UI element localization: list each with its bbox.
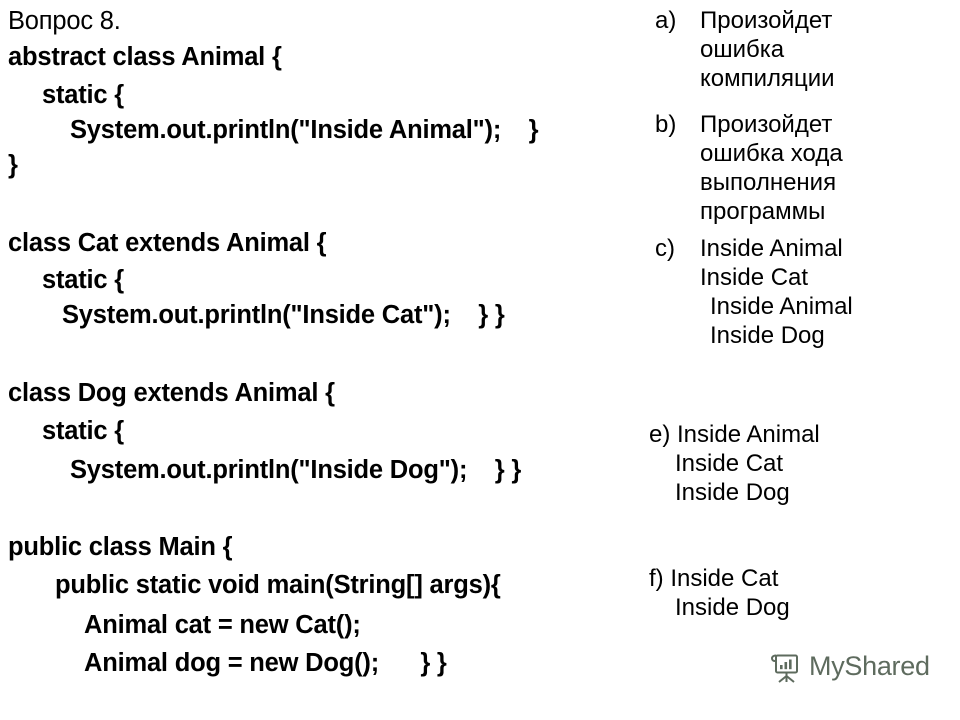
code-line: static { bbox=[42, 417, 125, 445]
option-line: ошибка хода bbox=[700, 140, 843, 167]
code-line: Animal dog = new Dog(); } } bbox=[84, 649, 447, 677]
option-line: Inside Dog bbox=[675, 479, 790, 506]
code-line: class Dog extends Animal { bbox=[8, 379, 335, 407]
option-text-b: Произойдет ошибка хода выполнения программы bbox=[700, 110, 960, 226]
option-text-a: Произойдет ошибка компиляции bbox=[700, 6, 960, 93]
option-line: Inside Dog bbox=[710, 322, 825, 349]
option-line: Inside Animal bbox=[700, 235, 843, 262]
code-line: System.out.println("Inside Dog"); } } bbox=[70, 456, 522, 484]
option-line: Произойдет bbox=[700, 7, 833, 34]
code-line: public class Main { bbox=[8, 533, 233, 561]
option-text-c: Inside Animal Inside Cat Inside Animal Insi… bbox=[700, 234, 960, 350]
code-line: System.out.println("Inside Cat"); } } bbox=[62, 301, 505, 329]
code-line: class Cat extends Animal { bbox=[8, 229, 327, 257]
answer-option-e[interactable]: e) Inside Animal Inside Cat Inside Dog bbox=[645, 420, 960, 507]
answer-options-list: a) Произойдет ошибка компиляции b) Произойдет… bbox=[645, 0, 960, 720]
presentation-chart-icon bbox=[768, 648, 804, 684]
code-line: Animal cat = new Cat(); bbox=[84, 611, 361, 639]
watermark-label: MyShared bbox=[809, 651, 930, 681]
option-text-e: e) Inside Animal Inside Cat Inside Dog bbox=[649, 420, 960, 507]
option-line: выполнения bbox=[700, 169, 837, 196]
answer-option-c[interactable]: c) Inside Animal Inside Cat Inside Animal In… bbox=[645, 234, 960, 350]
option-marker-b: b) bbox=[655, 111, 677, 138]
answer-option-a[interactable]: a) Произойдет ошибка компиляции bbox=[645, 6, 960, 93]
code-listing: Вопрос 8. abstract class Animal { static … bbox=[0, 0, 645, 720]
code-line: } bbox=[8, 151, 18, 179]
slide-canvas: Вопрос 8. abstract class Animal { static … bbox=[0, 0, 960, 720]
myshared-watermark: MyShared bbox=[768, 648, 930, 684]
option-line: Inside Cat bbox=[675, 450, 784, 477]
option-text-f: f) Inside Cat Inside Dog bbox=[649, 564, 960, 622]
code-line: static { bbox=[42, 81, 125, 109]
answer-option-f[interactable]: f) Inside Cat Inside Dog bbox=[645, 564, 960, 622]
option-marker-a: a) bbox=[655, 7, 677, 34]
option-line: программы bbox=[700, 198, 826, 225]
option-line: ошибка bbox=[700, 36, 785, 63]
option-line: e) Inside Animal bbox=[649, 421, 820, 448]
option-line: Inside Dog bbox=[675, 594, 790, 621]
option-line: Произойдет bbox=[700, 111, 833, 138]
option-line: Inside Cat bbox=[700, 264, 809, 291]
code-line: public static void main(String[] args){ bbox=[55, 571, 501, 599]
question-label: Вопрос 8. bbox=[8, 7, 121, 35]
answer-option-b[interactable]: b) Произойдет ошибка хода выполнения програм… bbox=[645, 110, 960, 226]
code-line: static { bbox=[42, 266, 125, 294]
code-line: abstract class Animal { bbox=[8, 43, 282, 71]
option-line: Inside Animal bbox=[710, 293, 853, 320]
option-line: f) Inside Cat bbox=[649, 565, 779, 592]
code-line: System.out.println("Inside Animal"); } bbox=[70, 116, 539, 144]
option-line: компиляции bbox=[700, 65, 835, 92]
option-marker-c: c) bbox=[655, 235, 675, 262]
